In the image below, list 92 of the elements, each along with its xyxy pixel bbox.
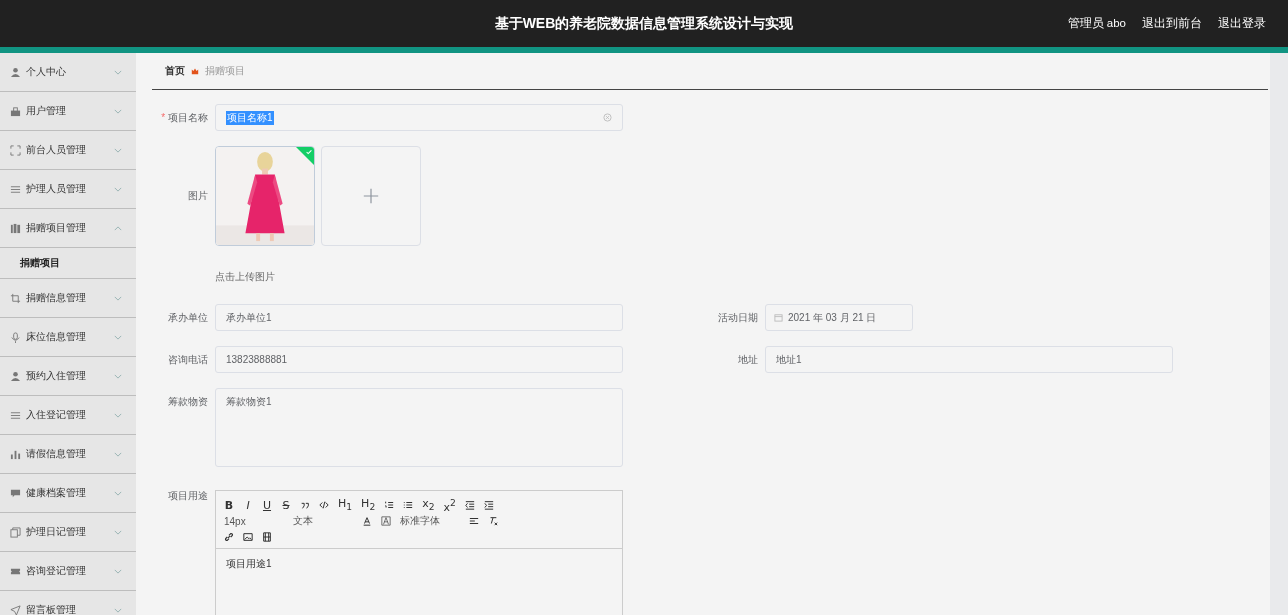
menu-item-icon [10,448,21,460]
chevron-icon [114,186,122,192]
menu-item-icon [10,144,21,156]
menu-item-icon [10,370,21,382]
format-button[interactable]: U [262,498,272,512]
menu-item-icon [10,222,21,234]
chevron-icon [114,568,122,574]
field-label: 图片 [187,189,209,203]
sidebar-item[interactable]: 留言板管理 [0,591,136,615]
toolbar-select[interactable]: 文本 [293,514,353,528]
date-input[interactable]: 2021 年 03 月 21 日 [765,304,913,331]
address-input[interactable]: 地址1 [765,346,1173,373]
calendar-icon [774,313,783,322]
image-icon[interactable] [243,532,253,542]
toolbar-select[interactable]: 标准字体 [400,514,460,528]
unit-input[interactable]: 承办单位1 [215,304,623,331]
sidebar-item[interactable]: 健康档案管理 [0,474,136,513]
sidebar-item[interactable]: 预约入住管理 [0,357,136,396]
quote-icon[interactable] [300,500,310,510]
font-color-icon[interactable] [362,516,372,526]
menu-item-icon [10,292,21,304]
clear-format-icon[interactable] [488,516,498,526]
chevron-icon [114,373,122,379]
sidebar-item[interactable]: 护理人员管理 [0,170,136,209]
phone-input[interactable]: 13823888881 [215,346,623,373]
chevron-icon [114,607,122,613]
chevron-icon [114,451,122,457]
chevron-icon [114,147,122,153]
chevron-icon [114,490,122,496]
user-label[interactable]: 管理员 abo [1067,16,1126,31]
submenu-item[interactable]: 捐赠项目 [0,248,136,278]
link-icon[interactable] [224,532,234,542]
sidebar-item[interactable]: 入住登记管理 [0,396,136,435]
header-link[interactable]: 退出到前台 [1142,16,1202,31]
sidebar-item[interactable]: 前台人员管理 [0,131,136,170]
chevron-icon [114,295,122,301]
code-icon[interactable] [319,500,329,510]
scrollbar[interactable] [1270,53,1288,615]
chevron-icon [114,334,122,340]
numbered-list-icon[interactable] [384,500,395,510]
chevron-icon [114,529,122,535]
field-label: 活动日期 [717,311,759,325]
crown-icon [191,67,199,75]
field-label: 项目用途 [167,489,209,503]
menu-item-icon [10,183,21,195]
menu-item-icon [10,66,21,78]
menu-item-icon [10,604,21,615]
field-label: * 项目名称 [160,111,209,125]
indent-icon[interactable] [483,500,494,510]
outdent-icon[interactable] [464,500,475,510]
field-label: 筹款物资 [167,395,209,409]
rich-text-editor[interactable]: B I U S H$_{1}$ H$_{2}$ x$_{2}$ x$^{2}$ 14px 文本 标准字体 项目用途1 [215,490,623,615]
format-button[interactable]: x$^{2}$ [443,496,456,514]
format-button[interactable]: B [224,498,234,512]
materials-textarea[interactable]: 筹款物资1 [215,388,623,467]
app-title: 基于WEB的养老院数据信息管理系统设计与实现 [494,14,794,33]
chevron-icon [114,108,122,114]
editor-content: 项目用途1 [225,557,273,571]
format-button[interactable]: x$_{2}$ [422,497,435,513]
breadcrumb-current: 捐赠项目 [205,64,245,78]
menu-item-icon [10,526,21,538]
bullet-list-icon[interactable] [403,500,414,510]
format-button[interactable]: I [243,498,253,512]
chevron-icon [114,69,122,75]
breadcrumb-link[interactable]: 首页 [165,64,185,78]
sidebar-item[interactable]: 捐赠信息管理 [0,279,136,318]
highlight-icon[interactable] [381,516,391,526]
format-button[interactable]: H$_{2}$ [361,497,376,513]
sidebar-item[interactable]: 个人中心 [0,53,136,92]
menu-item-icon [10,331,21,343]
sidebar-item[interactable]: 床位信息管理 [0,318,136,357]
align-icon[interactable] [469,516,479,526]
sidebar-item[interactable]: 咨询登记管理 [0,552,136,591]
field-label: 地址 [737,353,759,367]
menu-item-icon [10,409,21,421]
chevron-icon [114,225,122,231]
sidebar-item[interactable]: 捐赠项目管理 [0,209,136,248]
menu-item-icon [10,487,21,499]
header-link[interactable]: 退出登录 [1218,16,1266,31]
chevron-icon [114,412,122,418]
toolbar-select[interactable]: 14px [224,515,284,527]
menu-item-icon [10,105,21,117]
sidebar-item[interactable]: 用户管理 [0,92,136,131]
sidebar-item[interactable]: 护理日记管理 [0,513,136,552]
field-label: 承办单位 [167,311,209,325]
plus-icon [362,187,380,205]
sidebar-item[interactable]: 请假信息管理 [0,435,136,474]
upload-hint: 点击上传图片 [215,271,275,284]
field-label: 咨询电话 [167,353,209,367]
format-button[interactable]: H$_{1}$ [338,497,353,513]
video-icon[interactable] [262,532,272,542]
format-button[interactable]: S [281,498,291,512]
